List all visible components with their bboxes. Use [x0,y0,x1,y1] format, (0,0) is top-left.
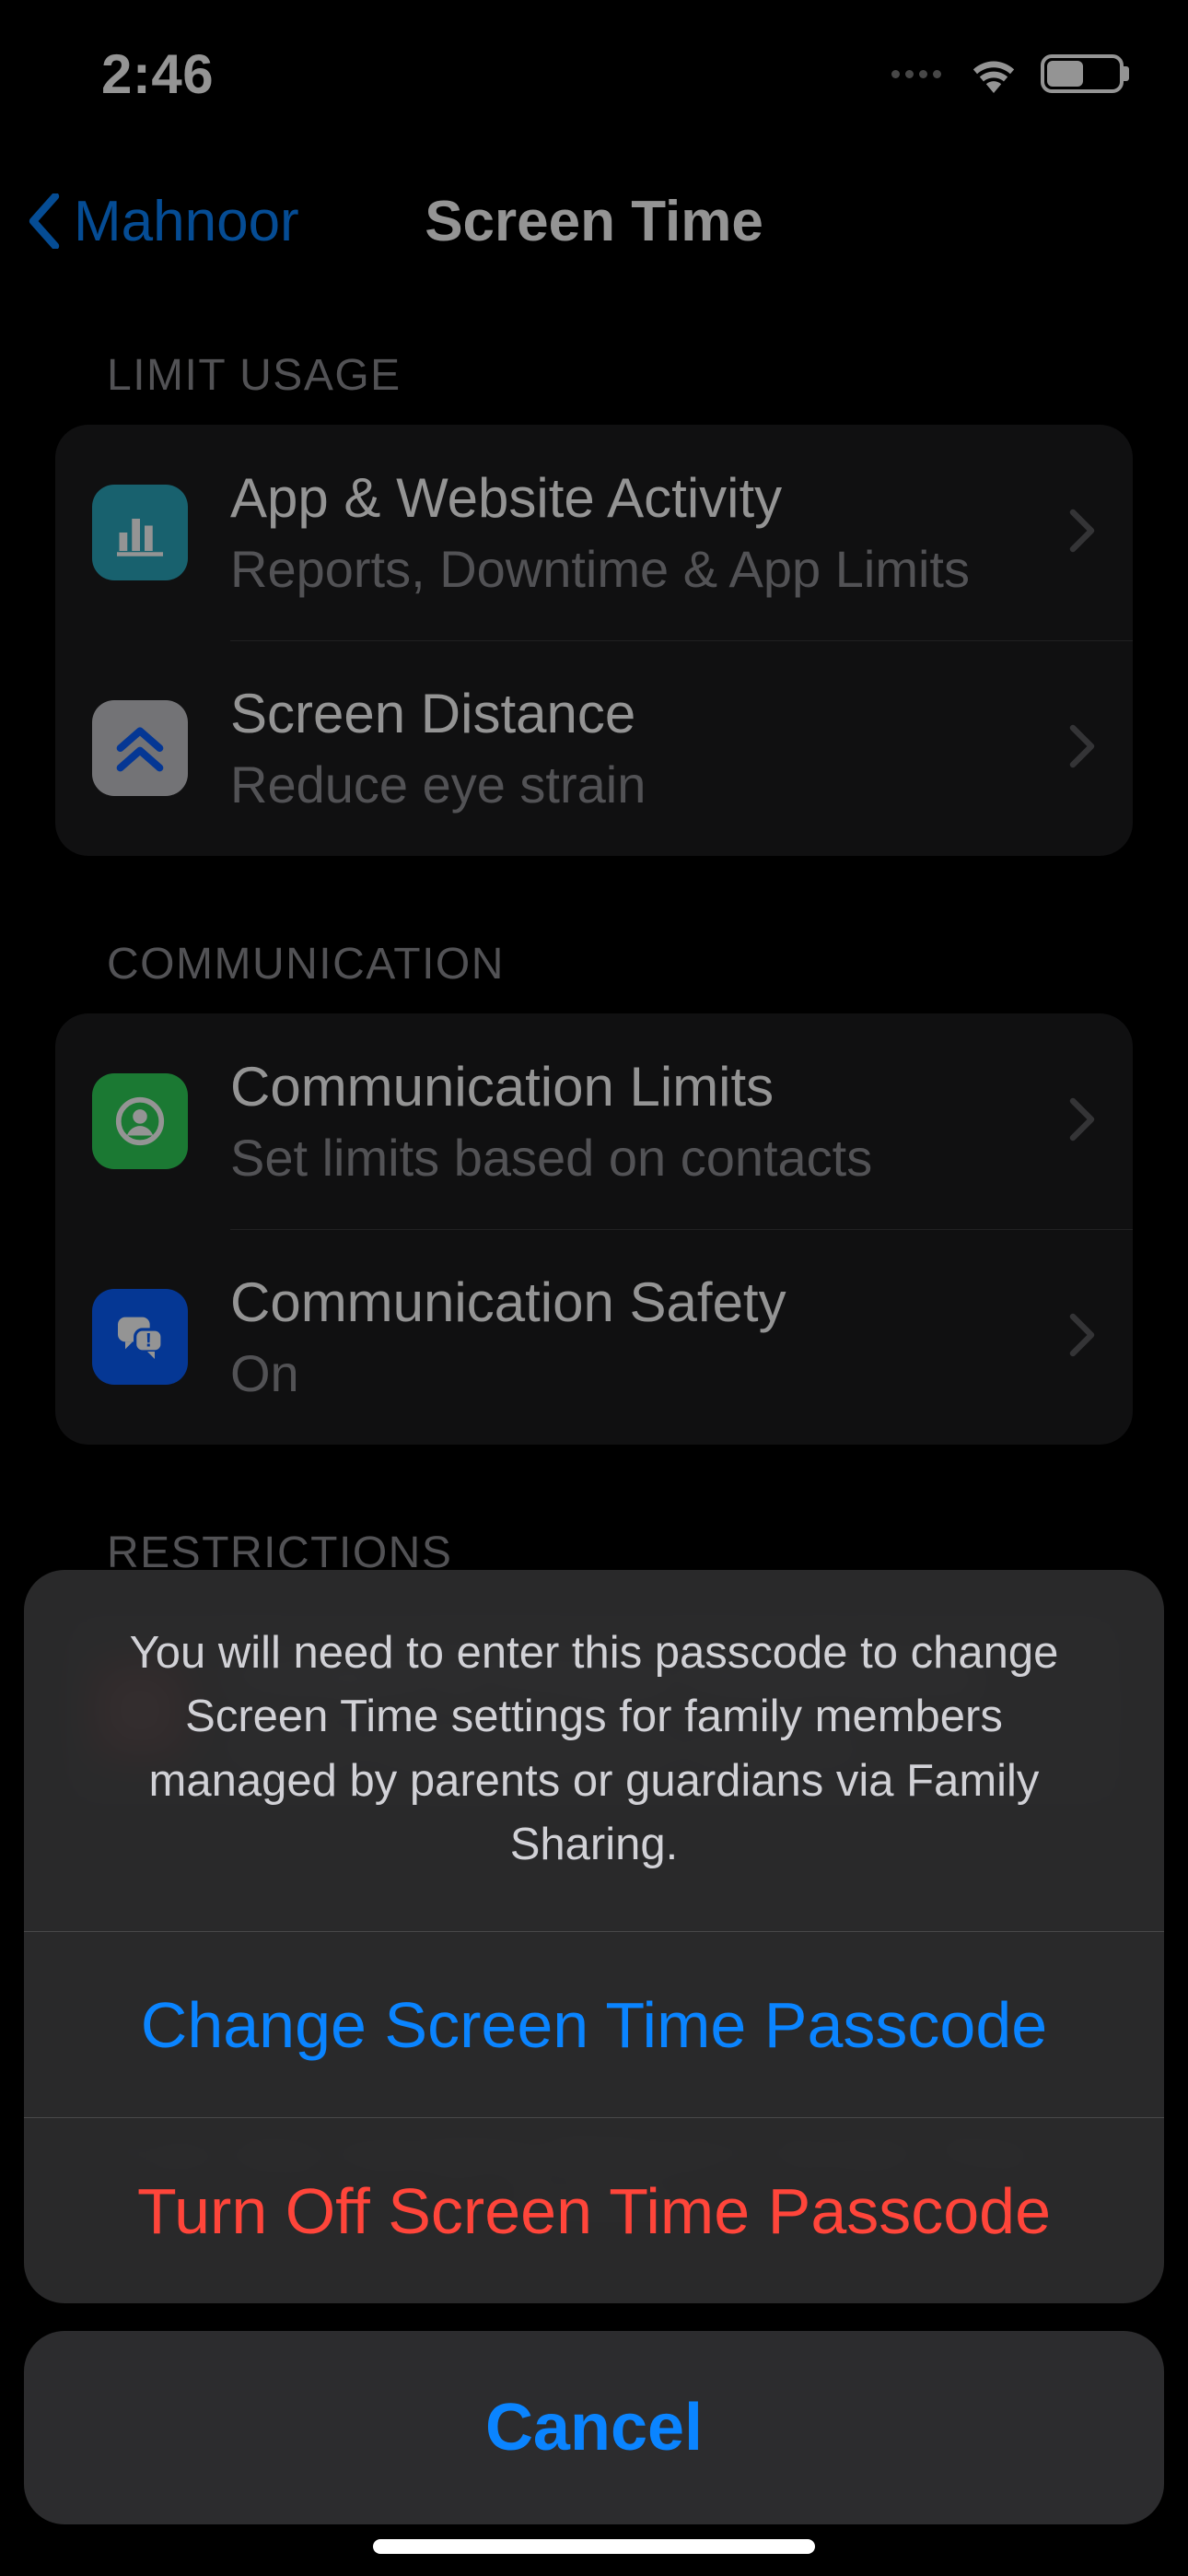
communication-limits-icon [92,1073,188,1169]
screen-distance-icon [92,700,188,796]
wifi-icon [967,54,1020,93]
action-sheet: You will need to enter this passcode to … [24,1570,1164,2524]
communication-safety-icon: ! [92,1289,188,1385]
chevron-right-icon [1068,1312,1096,1363]
row-subtitle: Reduce eye strain [230,755,1050,814]
row-screen-distance[interactable]: Screen Distance Reduce eye strain [55,640,1133,856]
row-subtitle: Set limits based on contacts [230,1128,1050,1188]
row-subtitle: Reports, Downtime & App Limits [230,539,1050,599]
row-communication-safety[interactable]: ! Communication Safety On [55,1229,1133,1445]
status-icons [891,54,1124,93]
group-limit-usage: App & Website Activity Reports, Downtime… [55,425,1133,856]
row-title: App & Website Activity [230,466,1050,530]
row-title: Screen Distance [230,682,1050,745]
chevron-right-icon [1068,508,1096,558]
row-title: Communication Limits [230,1055,1050,1118]
chevron-right-icon [1068,1096,1096,1147]
row-communication-limits[interactable]: Communication Limits Set limits based on… [55,1013,1133,1229]
activity-icon [92,485,188,580]
nav-bar: Mahnoor Screen Time [0,166,1188,276]
back-button[interactable]: Mahnoor [28,189,299,254]
action-sheet-message: You will need to enter this passcode to … [24,1570,1164,1931]
row-title: Communication Safety [230,1270,1050,1334]
section-header-communication: COMMUNICATION [107,939,1133,989]
svg-text:!: ! [146,1329,152,1352]
status-time: 2:46 [101,42,214,106]
group-communication: Communication Limits Set limits based on… [55,1013,1133,1445]
page-title: Screen Time [425,189,763,254]
chevron-right-icon [1068,723,1096,774]
change-passcode-button[interactable]: Change Screen Time Passcode [24,1931,1164,2117]
row-subtitle: On [230,1343,1050,1403]
cancel-button[interactable]: Cancel [24,2331,1164,2524]
row-app-website-activity[interactable]: App & Website Activity Reports, Downtime… [55,425,1133,640]
back-label: Mahnoor [74,189,299,254]
turn-off-passcode-button[interactable]: Turn Off Screen Time Passcode [24,2117,1164,2303]
status-bar: 2:46 [0,0,1188,147]
action-sheet-group: You will need to enter this passcode to … [24,1570,1164,2303]
chevron-left-icon [28,193,61,249]
section-header-limit-usage: LIMIT USAGE [107,350,1133,401]
home-indicator [373,2539,815,2554]
cellular-dots-icon [891,70,941,78]
battery-icon [1041,54,1124,93]
